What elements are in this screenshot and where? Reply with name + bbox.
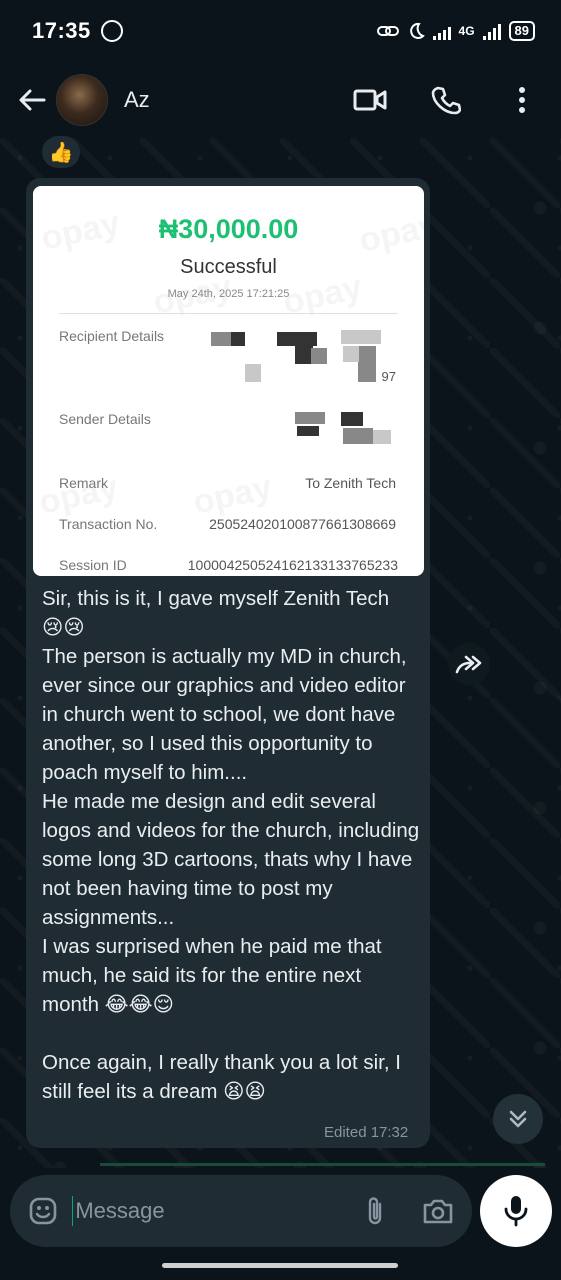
divider-line [100, 1163, 545, 1166]
more-vert-icon[interactable] [505, 83, 539, 117]
redacted-block [231, 332, 245, 346]
opay-watermark: opay [189, 468, 276, 522]
sender-details-label: Sender Details [59, 411, 151, 427]
double-chevron-down-icon [509, 1110, 527, 1128]
redacted-block [297, 426, 319, 436]
redacted-block [295, 412, 325, 424]
message-edited-time: Edited 17:32 [324, 1124, 409, 1141]
status-bar: 17:35 4G 89 [0, 0, 561, 62]
back-arrow-icon[interactable] [16, 84, 48, 116]
whatsapp-notification-icon [100, 20, 123, 42]
forward-icon[interactable] [448, 643, 490, 685]
transfer-amount: ₦30,000.00 [158, 214, 299, 244]
home-indicator [162, 1263, 398, 1268]
contact-name[interactable]: Az [124, 87, 150, 113]
session-id-label: Session ID [59, 557, 127, 573]
receipt-divider [59, 313, 398, 314]
signal-icon-2 [482, 22, 501, 40]
message-input-bar [10, 1175, 472, 1247]
recipient-account-tail: 97 [381, 369, 396, 384]
session-id-value: 100004250524162133133765233 [187, 557, 398, 573]
video-call-icon[interactable] [353, 83, 387, 117]
phone-icon[interactable] [429, 83, 463, 117]
redacted-block [343, 346, 359, 362]
redacted-block [358, 346, 376, 382]
message-input[interactable] [75, 1198, 364, 1224]
redacted-block [311, 348, 327, 364]
redacted-block [343, 428, 373, 444]
do-not-disturb-moon-icon [409, 22, 425, 39]
link-icon [376, 26, 399, 36]
redacted-block [211, 332, 231, 346]
battery-indicator: 89 [508, 21, 535, 41]
thumbs-up-reaction[interactable]: 👍 [42, 136, 80, 168]
transaction-no-label: Transaction No. [59, 516, 158, 532]
emoji-sticker-icon[interactable] [28, 1195, 58, 1227]
remark-label: Remark [59, 475, 109, 491]
paperclip-icon[interactable] [363, 1194, 386, 1228]
transfer-datetime: May 24th, 2025 17:21:25 [167, 288, 290, 300]
redacted-block [341, 330, 381, 344]
redacted-block [245, 364, 261, 382]
remark-value: To Zenith Tech [305, 475, 396, 491]
microphone-icon [504, 1196, 528, 1227]
text-cursor [72, 1196, 74, 1226]
signal-icon [432, 22, 451, 40]
redacted-block [341, 412, 363, 426]
voice-record-button[interactable] [480, 1175, 552, 1247]
recipient-details-label: Recipient Details [59, 328, 165, 344]
message-text: Sir, this is it, I gave myself Zenith Te… [42, 587, 420, 1103]
transfer-status: Successful [180, 256, 277, 278]
transaction-no-value: 250524020100877661308669 [209, 516, 396, 532]
chat-header: Az [0, 62, 561, 138]
status-time: 17:35 [32, 18, 91, 43]
camera-icon[interactable] [422, 1194, 454, 1228]
redacted-block [277, 332, 317, 346]
header-actions [353, 83, 545, 117]
network-type: 4G [458, 24, 475, 38]
contact-avatar[interactable] [56, 74, 108, 126]
transfer-receipt-image[interactable]: opay opay opay opay opay opay ₦30,000.00… [33, 186, 424, 576]
scroll-to-bottom-button[interactable] [493, 1094, 543, 1144]
redacted-block [373, 430, 391, 444]
status-indicators: 4G 89 [376, 21, 535, 41]
